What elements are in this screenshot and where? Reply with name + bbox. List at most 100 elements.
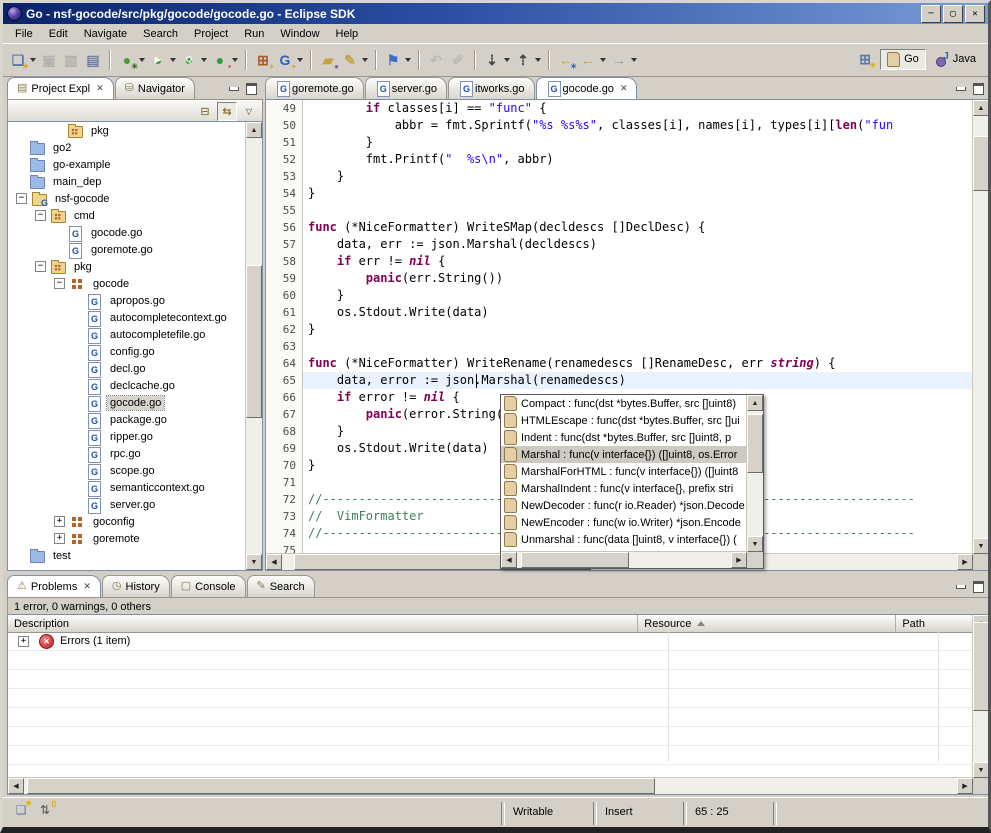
popup-item-newdecoder[interactable]: NewDecoder : func(r io.Reader) *json.Dec… (501, 497, 747, 514)
menu-help[interactable]: Help (328, 26, 367, 42)
minimize-view-button[interactable] (953, 82, 968, 95)
tree-item-declcache-go[interactable]: Gdeclcache.go (8, 377, 246, 394)
tree-item-go-example[interactable]: go-example (8, 156, 246, 173)
tree-item-pkg[interactable]: pkg (8, 122, 246, 139)
tree-item-config-go[interactable]: Gconfig.go (8, 343, 246, 360)
maximize-view-button[interactable] (971, 82, 986, 95)
problems-horizontal-scrollbar[interactable]: ◀▶ (8, 777, 973, 794)
menu-run[interactable]: Run (236, 26, 272, 42)
minimize-view-button[interactable] (226, 82, 241, 95)
scroll-down-arrow-icon[interactable]: ▼ (973, 538, 989, 554)
popup-item-htmlescape[interactable]: HTMLEscape : func(dst *bytes.Buffer, src… (501, 412, 747, 429)
scrollbar-thumb[interactable] (747, 414, 763, 474)
scroll-right-arrow-icon[interactable]: ▶ (731, 552, 747, 568)
save-all-button[interactable]: ▥ (60, 48, 82, 72)
window-minimize-button[interactable]: ─ (921, 5, 941, 23)
scroll-left-arrow-icon[interactable]: ◀ (501, 552, 517, 568)
tree-item-autocompletefile-go[interactable]: Gautocompletefile.go (8, 326, 246, 343)
collapse-icon[interactable]: − (35, 261, 46, 272)
search-torch-button[interactable]: ✎ (339, 48, 370, 72)
tree-item-test[interactable]: test (8, 547, 246, 564)
close-icon[interactable]: ✕ (96, 83, 104, 94)
tree-item-nsf-gocode[interactable]: −Gnsf-gocode (8, 190, 246, 207)
debug-button[interactable]: ●✳ (116, 48, 147, 72)
problem-group-row[interactable]: +✕Errors (1 item) (8, 632, 973, 651)
tree-item-gocode-go[interactable]: Ggocode.go (8, 224, 246, 241)
tree-item-gocode-go[interactable]: Ggocode.go (8, 394, 246, 411)
popup-item-marshal[interactable]: Marshal : func(v interface{}) ([]uint8, … (501, 446, 747, 463)
scrollbar-thumb[interactable] (246, 265, 262, 417)
scroll-left-arrow-icon[interactable]: ◀ (266, 554, 282, 570)
editor-tab-gocode-go[interactable]: Ggocode.go✕ (536, 77, 638, 99)
menu-window[interactable]: Window (272, 26, 327, 42)
tree-item-goremote-go[interactable]: Ggoremote.go (8, 241, 246, 258)
view-menu-button[interactable]: ▽ (240, 103, 258, 120)
view-tab-history[interactable]: ◷History (102, 575, 170, 597)
menu-navigate[interactable]: Navigate (76, 26, 135, 42)
scrollbar-thumb[interactable] (973, 136, 989, 190)
tree-item-package-go[interactable]: Gpackage.go (8, 411, 246, 428)
tree-item-server-go[interactable]: Gserver.go (8, 496, 246, 513)
menu-project[interactable]: Project (186, 26, 236, 42)
column-header-resource[interactable]: Resource (638, 615, 896, 632)
editor-vertical-scrollbar[interactable]: ▲▼ (972, 100, 989, 554)
scrollbar-thumb[interactable] (521, 552, 629, 568)
popup-item-compact[interactable]: Compact : func(dst *bytes.Buffer, src []… (501, 395, 747, 412)
tree-item-rpc-go[interactable]: Grpc.go (8, 445, 246, 462)
editor-tab-itworks-go[interactable]: Gitworks.go (448, 77, 535, 99)
scroll-up-arrow-icon[interactable]: ▲ (246, 122, 262, 138)
tree-item-goremote[interactable]: +goremote (8, 530, 246, 547)
minimize-view-button[interactable] (953, 580, 968, 593)
tree-item-goconfig[interactable]: +goconfig (8, 513, 246, 530)
scroll-down-arrow-icon[interactable]: ▼ (973, 762, 989, 778)
scroll-right-arrow-icon[interactable]: ▶ (957, 778, 973, 794)
annotations-icon[interactable]: ⇅▯ (37, 802, 53, 818)
scroll-up-arrow-icon[interactable]: ▲ (973, 100, 989, 116)
column-header-description[interactable]: Description (8, 615, 638, 632)
forward-button[interactable]: → (608, 48, 639, 72)
scrollbar-thumb[interactable] (973, 622, 989, 712)
task-marker-button[interactable]: ⚑ (382, 48, 413, 72)
perspective-java[interactable]: Java (930, 51, 982, 68)
tree-item-decl-go[interactable]: Gdecl.go (8, 360, 246, 377)
format-brush-button[interactable]: ✐ (447, 48, 469, 72)
close-icon[interactable]: ✕ (620, 83, 628, 94)
tree-item-main-dep[interactable]: main_dep (8, 173, 246, 190)
column-header-path[interactable]: Path (896, 615, 973, 632)
menu-file[interactable]: File (7, 26, 41, 42)
save-button[interactable]: ▣ (38, 48, 60, 72)
tree-item-pkg[interactable]: −pkg (8, 258, 246, 275)
popup-vertical-scrollbar[interactable]: ▲▼ (746, 395, 763, 552)
tree-item-gocode[interactable]: −gocode (8, 275, 246, 292)
expand-icon[interactable]: + (54, 516, 65, 527)
collapse-icon[interactable]: − (16, 193, 27, 204)
editor-tab-server-go[interactable]: Gserver.go (365, 77, 447, 99)
collapse-icon[interactable]: − (35, 210, 46, 221)
menu-edit[interactable]: Edit (41, 26, 76, 42)
last-edit-location-button[interactable]: ←✶ (555, 48, 577, 72)
tree-item-autocompletecontext-go[interactable]: Gautocompletecontext.go (8, 309, 246, 326)
tree-vertical-scrollbar[interactable]: ▲▼ (245, 122, 262, 570)
tree-item-scope-go[interactable]: Gscope.go (8, 462, 246, 479)
tree-item-cmd[interactable]: −cmd (8, 207, 246, 224)
popup-item-marshalforhtml[interactable]: MarshalForHTML : func(v interface{}) ([]… (501, 463, 747, 480)
print-button[interactable]: ▤ (82, 48, 104, 72)
new-go-app-button[interactable]: G+ (274, 48, 305, 72)
popup-item-marshalindent[interactable]: MarshalIndent : func(v interface{}, pref… (501, 480, 747, 497)
next-annotation-button[interactable]: ⇣ (481, 48, 512, 72)
run-button[interactable]: ●▶ (147, 48, 178, 72)
collapse-icon[interactable]: − (54, 278, 65, 289)
view-tab-search[interactable]: ✎Search (247, 575, 315, 597)
close-icon[interactable]: ✕ (83, 581, 91, 592)
new-wizard-button[interactable]: ❏✶ (7, 48, 38, 72)
view-tab-project-expl[interactable]: ▤Project Expl✕ (7, 77, 114, 99)
scroll-left-arrow-icon[interactable]: ◀ (8, 778, 24, 794)
collapse-all-button[interactable]: ⊟ (196, 103, 214, 120)
popup-item-newencoder[interactable]: NewEncoder : func(w io.Writer) *json.Enc… (501, 514, 747, 531)
perspective-go[interactable]: Go (880, 49, 926, 70)
view-tab-navigator[interactable]: ⛁Navigator (115, 77, 195, 99)
tree-item-go2[interactable]: go2 (8, 139, 246, 156)
popup-item-unmarshal[interactable]: Unmarshal : func(data []uint8, v interfa… (501, 531, 747, 548)
tree-item-apropos-go[interactable]: Gapropos.go (8, 292, 246, 309)
window-maximize-button[interactable]: ▢ (943, 5, 963, 23)
